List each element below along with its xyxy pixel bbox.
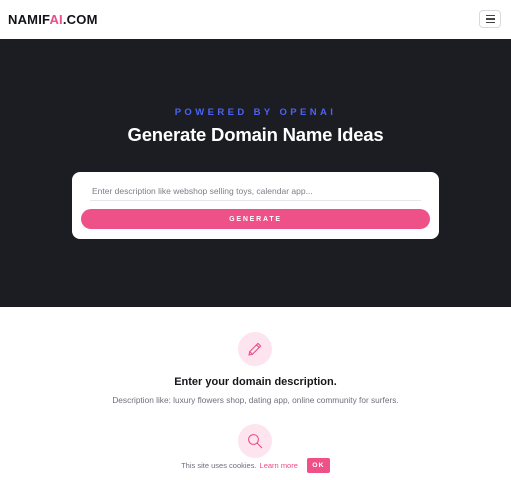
logo-suffix: .COM (62, 12, 98, 27)
cookie-banner: This site uses cookies. Learn more OK (0, 457, 511, 473)
description-input[interactable] (90, 181, 421, 201)
hero-section: POWERED BY OPENAI Generate Domain Name I… (0, 39, 511, 307)
step-1-description: Description like: luxury flowers shop, d… (112, 395, 399, 405)
step-2-icon-circle (238, 424, 272, 458)
logo-prefix: NAMIF (8, 12, 50, 27)
learn-more-link[interactable]: Learn more (260, 461, 298, 470)
cookie-text: This site uses cookies. (181, 460, 257, 470)
powered-by-label: POWERED BY OPENAI (174, 107, 337, 118)
logo-accent: AI (49, 12, 63, 27)
site-logo[interactable]: NAMIFAI.COM (8, 12, 98, 27)
hero-title: Generate Domain Name Ideas (127, 124, 384, 145)
cookie-ok-button[interactable]: OK (306, 457, 330, 473)
hamburger-menu-icon-bar (485, 18, 495, 20)
step-1-icon-circle (238, 332, 272, 366)
pencil-icon (248, 342, 262, 356)
step-1-title: Enter your domain description. (174, 376, 337, 388)
hamburger-menu-icon-bar (485, 21, 495, 24)
generate-button[interactable]: GENERATE (81, 209, 430, 229)
navbar: NAMIFAI.COM (0, 0, 511, 39)
search-icon (248, 434, 263, 449)
hamburger-menu-icon (485, 14, 495, 17)
generator-card: GENERATE (72, 172, 439, 239)
menu-toggle-button[interactable] (479, 10, 501, 28)
